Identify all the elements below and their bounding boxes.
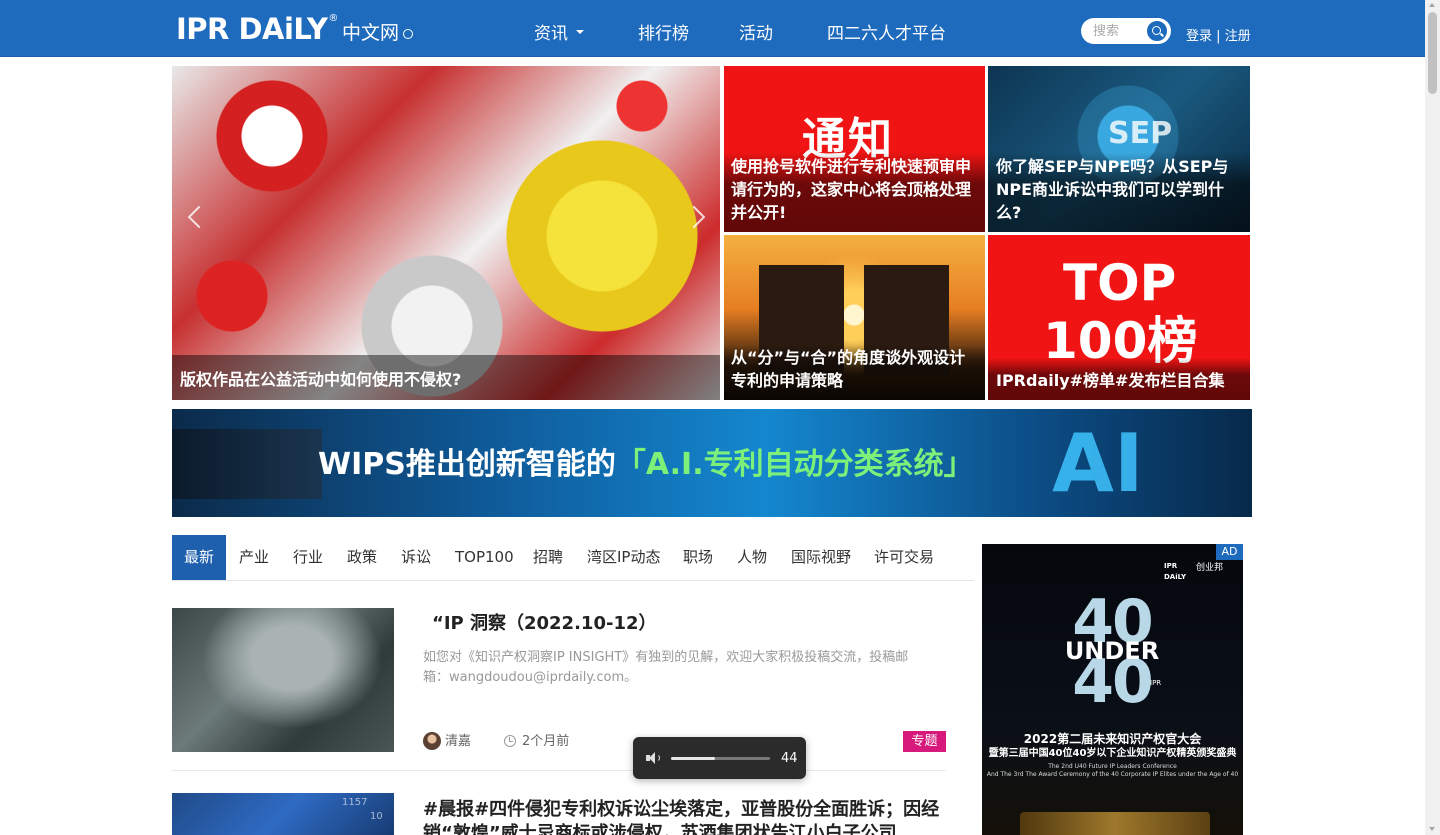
thumb-number: 1157 <box>342 797 368 808</box>
article-thumbnail[interactable]: 1157 10 <box>172 793 394 835</box>
login-link[interactable]: 登录 <box>1186 29 1212 44</box>
search-input[interactable] <box>1093 21 1143 41</box>
article-tag[interactable]: 专题 <box>903 731 946 752</box>
scroll-up-arrow-icon[interactable] <box>1429 3 1435 7</box>
site-logo[interactable]: IPR DAiLY ® <box>176 13 338 45</box>
ad-english-line2: And The 3rd The Award Ceremony of the 40… <box>986 771 1239 778</box>
article-thumbnail[interactable] <box>172 608 394 752</box>
site-subtitle[interactable]: 中文网 <box>342 20 414 46</box>
tab-top100[interactable]: TOP100 <box>455 535 514 580</box>
wips-ad-banner[interactable]: AI WIPS推出创新智能的「A.I.专利自动分类系统」 <box>172 409 1252 517</box>
ad-ipr-mark: IPR <box>1150 679 1162 687</box>
hero-tile-notice-caption[interactable]: 使用抢号软件进行专利快速预审申请行为的，这家中心将会顶格处理并公开! <box>731 155 979 224</box>
article-divider <box>172 770 946 771</box>
tab-latest[interactable]: 最新 <box>172 535 226 580</box>
search-button[interactable] <box>1145 19 1169 43</box>
volume-level: 44 <box>781 751 798 766</box>
volume-slider-fill <box>671 757 715 760</box>
tab-workplace[interactable]: 职场 <box>683 535 713 580</box>
tab-industry[interactable]: 产业 <box>239 535 269 580</box>
tab-international[interactable]: 国际视野 <box>791 535 851 580</box>
ad-brand-iprdaily: IPR DAiLY <box>1164 562 1187 581</box>
scroll-down-arrow-icon[interactable] <box>1429 827 1435 831</box>
hero-slider-main[interactable] <box>172 66 720 400</box>
auth-links: 登录 | 注册 <box>1186 28 1251 46</box>
tab-litigation[interactable]: 诉讼 <box>401 535 431 580</box>
banner-chip-graphic <box>172 429 322 499</box>
banner-headline-highlight: 「A.I.专利自动分类系统」 <box>615 447 974 482</box>
slider-prev-arrow-icon[interactable] <box>187 205 201 229</box>
site-subtitle-text: 中文网 <box>342 22 400 44</box>
nav-rankings[interactable]: 排行榜 <box>638 22 689 46</box>
nav-news[interactable]: 资讯 <box>534 22 584 46</box>
banner-headline-prefix: WIPS推出创新智能的 <box>318 447 616 482</box>
logo-registered-mark: ® <box>328 13 339 24</box>
top100-overlay-line1: TOP <box>1063 254 1177 312</box>
hero-main-caption[interactable]: 版权作品在公益活动中如何使用不侵权? <box>180 368 710 391</box>
hero-tile-design-patent-caption[interactable]: 从“分”与“合”的角度谈外观设计专利的申请策略 <box>731 346 979 392</box>
register-link[interactable]: 注册 <box>1225 29 1251 44</box>
tab-people[interactable]: 人物 <box>737 535 767 580</box>
article-description: 如您对《知识产权洞察IP INSIGHT》有独到的见解，欢迎大家积极投稿交流，投… <box>423 650 909 685</box>
article-title[interactable]: “IP 洞察（2022.10-12） <box>432 612 952 636</box>
ad-subtitle: 暨第三届中国40位40岁以下企业知识产权精英颁奖盛典 <box>988 748 1237 759</box>
nav-events[interactable]: 活动 <box>739 22 773 46</box>
tab-recruitment[interactable]: 招聘 <box>533 535 563 580</box>
hero-tile-top100-caption[interactable]: IPRdaily#榜单#发布栏目合集 <box>996 369 1244 392</box>
logo-text: IPR DAiLY <box>176 12 328 46</box>
tab-policy[interactable]: 政策 <box>347 535 377 580</box>
search-icon-handle <box>1160 32 1164 37</box>
tab-licensing[interactable]: 许可交易 <box>874 535 934 580</box>
ad-title: 2022第二届未来知识产权官大会 <box>1023 732 1202 746</box>
article-title[interactable]: #晨报#四件侵犯专利权诉讼尘埃落定，亚普股份全面胜诉；因经销“敦煌”威士忌商标或… <box>423 798 943 835</box>
speaker-icon <box>646 752 660 764</box>
sep-overlay-text: SEP <box>1108 116 1173 151</box>
clock-icon <box>504 735 516 747</box>
globe-icon <box>403 28 414 39</box>
tab-sector[interactable]: 行业 <box>293 535 323 580</box>
auth-separator: | <box>1216 29 1221 44</box>
nav-news-label: 资讯 <box>534 24 568 44</box>
chevron-down-icon <box>576 30 584 34</box>
nav-talent-platform[interactable]: 四二六人才平台 <box>827 22 946 46</box>
article-time: 2个月前 <box>522 734 570 749</box>
banner-headline: WIPS推出创新智能的「A.I.专利自动分类系统」 <box>318 445 974 485</box>
banner-ai-graphic: AI <box>1052 417 1144 510</box>
ad-brand-cyzone: 创业邦 <box>1196 563 1224 573</box>
article-author[interactable]: 清嘉 <box>445 733 471 751</box>
page-scrollbar[interactable] <box>1425 0 1440 835</box>
ad-under-text: UNDER <box>1064 637 1160 665</box>
ad-badge: AD <box>1216 544 1243 560</box>
ad-gold-graphic <box>1020 812 1210 835</box>
tab-bay-area-ip[interactable]: 湾区IP动态 <box>587 535 660 580</box>
thumb-number: 10 <box>370 811 383 822</box>
scrollbar-thumb[interactable] <box>1428 12 1437 94</box>
author-avatar <box>423 732 441 750</box>
slider-next-arrow-icon[interactable] <box>690 205 704 229</box>
hero-tile-sep-caption[interactable]: 你了解SEP与NPE吗？从SEP与NPE商业诉讼中我们可以学到什么? <box>996 155 1236 224</box>
